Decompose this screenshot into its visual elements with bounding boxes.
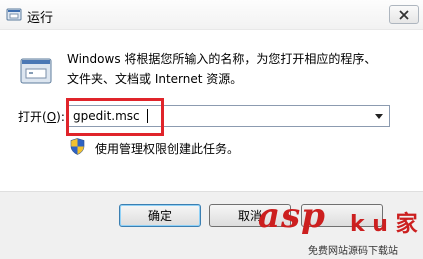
- dialog-content: Windows 将根据您所输入的名称，为您打开相应的程序、 文件夹、文档或 In…: [0, 30, 423, 191]
- description-line-2: 文件夹、文档或 Internet 资源。: [67, 72, 243, 86]
- description-line-1: Windows 将根据您所输入的名称，为您打开相应的程序、: [67, 52, 377, 66]
- run-program-icon: [20, 58, 52, 84]
- watermark-caption: 免费网站源码下载站: [308, 246, 398, 257]
- dropdown-button[interactable]: [372, 108, 386, 124]
- close-icon: [399, 9, 409, 20]
- close-button[interactable]: [389, 5, 419, 24]
- admin-privilege-note: 使用管理权限创建此任务。: [95, 142, 240, 156]
- run-dialog-icon: [6, 8, 22, 21]
- watermark-logo: asp: [258, 196, 326, 236]
- uac-shield-icon: [70, 138, 85, 155]
- ok-button[interactable]: 确定: [119, 204, 201, 227]
- chevron-down-icon: [375, 113, 383, 119]
- watermark: asp k u 家 免费网站源码下载站: [250, 196, 423, 259]
- open-label: 打开(O):: [18, 110, 65, 124]
- window-title: 运行: [27, 11, 54, 26]
- title-bar: 运行: [0, 0, 423, 30]
- watermark-logo-han: k u 家: [350, 212, 418, 237]
- highlight-box: [66, 98, 164, 136]
